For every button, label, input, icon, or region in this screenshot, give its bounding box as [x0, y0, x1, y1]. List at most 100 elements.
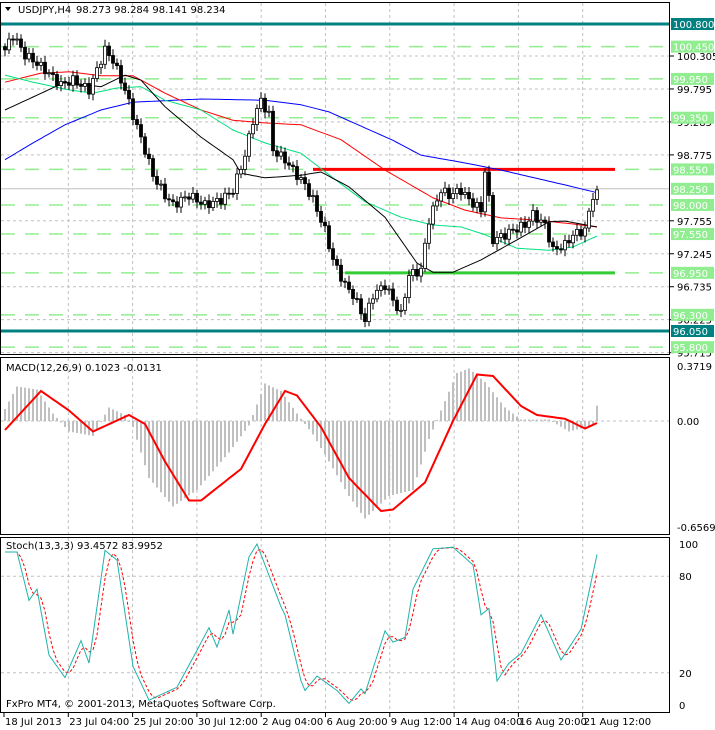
candle-body [363, 313, 367, 322]
macd-histogram-bar [64, 421, 66, 427]
candle-body [543, 219, 547, 224]
candle-body [531, 210, 535, 222]
macd-histogram-bar [152, 421, 154, 483]
macd-histogram-bar [388, 421, 390, 496]
macd-histogram-bar [20, 387, 22, 421]
candle-body [87, 83, 91, 95]
macd-histogram-bar [400, 421, 402, 493]
candle-body [115, 62, 119, 66]
macd-histogram-bar [568, 421, 570, 432]
candle-body [347, 281, 351, 290]
macd-histogram-bar [324, 421, 326, 455]
candle-body [379, 285, 383, 291]
copyright-text: FxPro MT4, © 2001-2013, MetaQuotes Softw… [6, 699, 276, 710]
macd-histogram-bar [564, 421, 566, 430]
candle-body [143, 136, 147, 155]
stoch-axis-label: 0 [679, 701, 685, 712]
macd-histogram-bar [288, 402, 290, 421]
macd-histogram-bar [548, 419, 550, 421]
macd-histogram-bar [252, 415, 254, 421]
candle-body [155, 176, 159, 185]
candle-body [79, 84, 83, 87]
time-axis-label: 2 Aug 04:00 [262, 717, 323, 728]
macd-histogram-bar [532, 419, 534, 421]
macd-histogram-bar [224, 421, 226, 458]
candle-body [287, 162, 291, 166]
macd-histogram-bar [52, 413, 54, 421]
candle-body [583, 227, 587, 237]
candle-body [495, 237, 499, 245]
candle-body [387, 288, 391, 291]
candle-body [23, 46, 27, 60]
macd-histogram-bar [156, 421, 158, 488]
macd-histogram-bar [420, 421, 422, 465]
candle-body [507, 228, 511, 240]
candle-body [471, 198, 475, 208]
candle-body [207, 200, 211, 209]
candle-body [395, 299, 399, 312]
candle-body [571, 234, 575, 244]
candle-body [227, 192, 231, 195]
macd-histogram-bar [440, 410, 442, 421]
candle-body [235, 173, 239, 194]
macd-histogram-bar [96, 421, 98, 429]
price-axis-label: 100.305 [677, 52, 715, 63]
price-axis-label: 99.795 [677, 85, 712, 96]
macd-histogram-bar [188, 421, 190, 496]
macd-histogram-bar [92, 421, 94, 436]
macd-histogram-bar [500, 402, 502, 421]
candle-body [479, 202, 483, 213]
macd-histogram-bar [408, 421, 410, 491]
candle-body [3, 46, 7, 51]
macd-histogram-bar [184, 421, 186, 499]
candle-body [139, 124, 143, 138]
macd-histogram-bar [596, 405, 598, 421]
macd-histogram-bar [232, 421, 234, 448]
candle-body [43, 61, 47, 75]
candle-body [579, 229, 583, 237]
candle-body [279, 151, 283, 157]
candle-body [299, 177, 303, 180]
candle-body [263, 97, 267, 113]
candle-body [391, 288, 395, 301]
candle-body [447, 187, 451, 200]
macd-histogram-bar [216, 421, 218, 467]
macd-histogram-bar [360, 421, 362, 513]
macd-histogram-bar [348, 421, 350, 496]
candle-body [423, 242, 427, 269]
macd-histogram-bar [484, 382, 486, 421]
candle [271, 105, 275, 157]
stoch-axis-label: 80 [679, 572, 692, 583]
candle-body [271, 110, 275, 152]
macd-histogram-bar [256, 404, 258, 421]
macd-histogram-bar [460, 371, 462, 421]
macd-histogram-bar [292, 407, 294, 421]
macd-histogram-bar [432, 421, 434, 430]
candle-body [315, 195, 319, 212]
macd-histogram-bar [380, 421, 382, 504]
level-label: 95.800 [673, 343, 708, 354]
candle-body [179, 196, 183, 208]
candle-body [359, 298, 363, 315]
macd-histogram-bar [48, 407, 50, 421]
candle-body [119, 65, 123, 84]
macd-histogram-bar [404, 421, 406, 492]
candle-body [35, 61, 39, 66]
macd-histogram-bar [248, 421, 250, 426]
macd-histogram-bar [40, 395, 42, 421]
candle-body [319, 210, 323, 223]
macd-histogram-bar [196, 421, 198, 490]
candle-body [551, 241, 555, 247]
candle-body [331, 248, 335, 260]
candle [423, 238, 427, 273]
chart-window: 18 Jul 2013 23 Jul 04:00 25 Jul 20:00 30 Ju… [0, 0, 715, 730]
candle-body [587, 210, 591, 229]
macd-histogram-bar [488, 387, 490, 421]
candle-body [127, 90, 131, 100]
time-axis-label: 30 Jul 12:00 [198, 717, 258, 728]
macd-histogram-bar [132, 421, 134, 427]
time-axis-label: 14 Aug 04:00 [455, 717, 522, 728]
candle-body [403, 297, 407, 311]
level-label: 98.000 [673, 201, 708, 212]
candle-body [595, 189, 599, 200]
